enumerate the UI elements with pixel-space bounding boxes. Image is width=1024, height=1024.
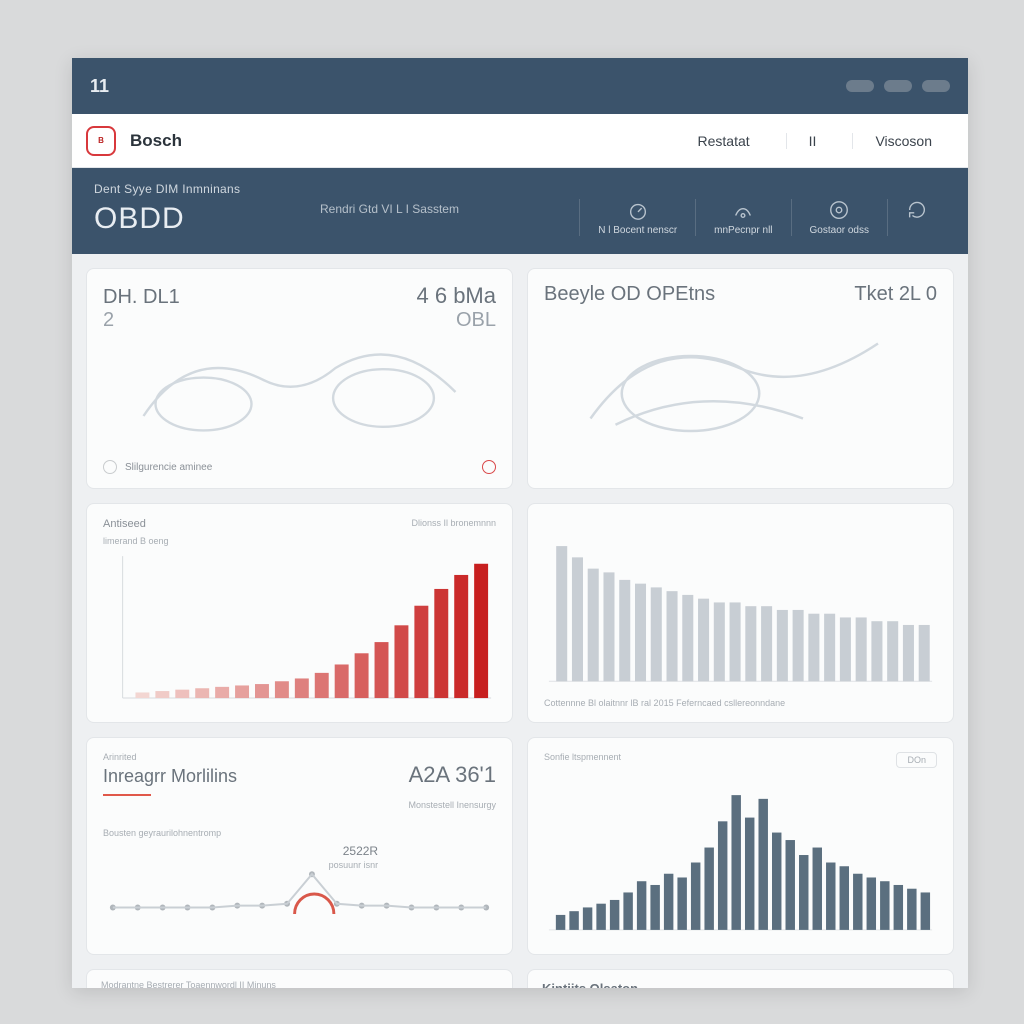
chart-right-footer: Cottennne Bl olaitnnr lB ral 2015 Fefern… [544,698,937,708]
window-pill-1[interactable] [846,80,874,92]
window-pill-2[interactable] [884,80,912,92]
nav-link-3[interactable]: Viscoson [852,133,954,149]
panel-left-big2: OBL [456,309,496,332]
hero-metric-1[interactable]: N l Bocent nenscr [579,199,695,236]
panel-left-toggle-icon[interactable] [103,460,117,474]
panel-left-sub: 2 [103,309,114,332]
window-controls [846,80,950,92]
hero-metric-2[interactable]: mnPecnpr nll [695,199,790,236]
chart-left-caption: Dlionss Il bronemnnn [411,518,496,528]
metric-value-caption: Monstestell Inensurgy [103,800,496,810]
sparkline-area [544,768,937,940]
metric-card: Arinrited Inreagrr Morlilins A2A 36'1 Mo… [86,737,513,955]
panel-stat-left: DH. DL1 4 6 bMa 2 OBL Slilgurencie amine… [86,268,513,489]
strip-left-eyebrow: Modrantne Bestrerer Toaennwordl II Minun… [101,980,498,988]
panel-left-illustration [103,332,496,452]
chart-left-card: Antiseed limerand B oeng Dlionss Il bron… [86,503,513,723]
brand-logo-icon: B [86,126,116,156]
metric-value: A2A 36'1 [409,762,496,788]
chart-left-area [103,546,496,708]
sparkline-card: Sonfie ltspmennent DOn [527,737,954,955]
window-pill-3[interactable] [922,80,950,92]
brand-name: Bosch [130,131,182,151]
metric-sub-caption: Bousten geyraurilohnentromp [103,828,496,838]
window-titlebar: 11 [72,58,968,114]
metric-accent-rule [103,794,151,796]
sensor-icon [732,199,754,221]
hero-metric-3-label: Gostaor odss [810,225,869,236]
panel-right-title: Beeyle OD OPEtns [544,283,715,306]
panel-right-value: Tket 2L 0 [854,283,937,306]
metric-line-area: 2522R posuunr isnr [103,844,496,934]
target-icon[interactable] [482,460,496,474]
hero-metrics: N l Bocent nenscr mnPecnpr nll Gostaor o… [579,199,946,236]
strip-left-card[interactable]: Modrantne Bestrerer Toaennwordl II Minun… [86,969,513,988]
navbar: B Bosch Restatat II Viscoson [72,114,968,168]
nav-link-2[interactable]: II [786,133,839,149]
panel-left-action-label: Slilgurencie aminee [125,462,212,473]
refresh-icon [906,199,928,221]
metric-inline-caption: posuunr isnr [329,860,379,870]
hero-subtitle: Rendri Gtd VI L I Sasstem [320,202,459,216]
hero-band: Dent Syye DIM Inmninans OBDD Rendri Gtd … [72,168,968,254]
panel-stat-right: Beeyle OD OPEtns Tket 2L 0 [527,268,954,489]
strip-right-card[interactable]: Kintiits Olsaton [527,969,954,988]
metric-eyebrow: Arinrited [103,752,496,762]
metric-inline-value: 2522R [343,844,378,858]
panel-right-illustration [544,306,937,456]
panel-left-title: DH. DL1 [103,286,180,309]
strip-right-title: Kintiits Olsaton [542,981,638,988]
dial-icon [828,199,850,221]
hero-title: OBDD [94,202,294,236]
app-window: 11 B Bosch Restatat II Viscoson Dent Syy… [72,58,968,988]
chart-right-area [544,518,937,692]
chart-left-subtitle: limerand B oeng [103,536,496,546]
hero-metric-1-label: N l Bocent nenscr [598,225,677,236]
metric-name: Inreagrr Morlilins [103,766,237,787]
panel-left-big: 4 6 bMa [417,283,497,309]
nav-link-1[interactable]: Restatat [676,133,772,149]
dashboard-body: DH. DL1 4 6 bMa 2 OBL Slilgurencie amine… [72,254,968,988]
hero-metric-4[interactable] [887,199,946,236]
hero-metric-3[interactable]: Gostaor odss [791,199,887,236]
hero-eyebrow: Dent Syye DIM Inmninans [94,182,294,196]
hero-metric-2-label: mnPecnpr nll [714,225,772,236]
sparkline-toggle[interactable]: DOn [896,752,937,768]
sparkline-title: Sonfie ltspmennent [544,752,621,768]
gauge-icon [627,199,649,221]
chart-right-card: Cottennne Bl olaitnnr lB ral 2015 Fefern… [527,503,954,723]
window-index: 11 [90,76,109,97]
